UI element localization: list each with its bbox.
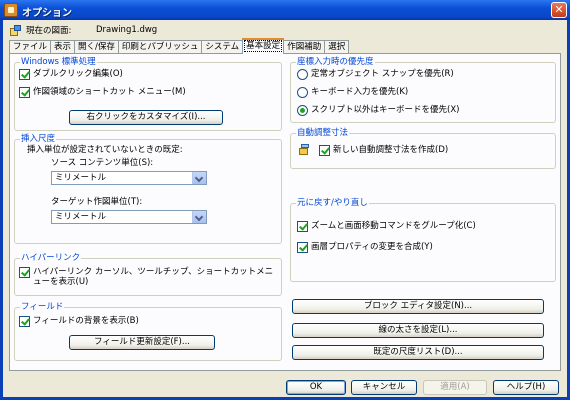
window-title: オプション [22,8,72,19]
combine-layer-property-checkbox[interactable]: 画層プロパティの変更を合成(Y) [297,242,433,253]
tab-display[interactable]: 表示 [50,40,76,54]
radio-dot [297,87,308,98]
checkbox-box [19,316,30,327]
tab-selection[interactable]: 選択 [324,40,350,54]
tab-strip: ファイル 表示 開く/保存 印刷とパブリッシュ システム 基本設定 作図補助 選… [9,38,350,54]
target-units-select[interactable]: ミリメートル [51,210,207,224]
apply-button[interactable]: 適用(A) [423,380,487,395]
checkbox-label: フィールドの背景を表示(B) [33,316,139,326]
radio-label: スクリプト以外はキーボードを優先(X) [311,105,460,115]
radio-label: 定常オブジェクト スナップを優先(R) [311,69,454,79]
checkbox-label: 画層プロパティの変更を合成(Y) [311,242,433,252]
block-editor-settings-button[interactable]: ブロック エディタ設定(N)... [292,299,544,314]
group-title: ハイパーリンク [20,253,82,263]
drawing-icon [10,24,22,36]
close-button[interactable]: ✕ [551,2,567,18]
new-associative-dimension-checkbox[interactable]: 新しい自動調整寸法を作成(D) [319,145,448,156]
group-insert-scale: 挿入尺度 挿入単位が設定されていないときの既定: ソース コンテンツ単位(S):… [14,134,282,244]
app-icon [4,3,18,17]
group-hyperlink: ハイパーリンク ハイパーリンク カーソル、ツールチップ、ショートカットメニューを… [14,253,282,296]
group-title: 座標入力時の優先度 [296,57,375,67]
dblclick-edit-checkbox[interactable]: ダブルクリック編集(O) [19,69,123,80]
current-drawing-label: 現在の図面: [26,26,72,36]
group-title: 元に戻す/やり直し [296,198,369,208]
dimension-icon [299,144,311,156]
shortcut-menu-checkbox[interactable]: 作図領域のショートカット メニュー(M) [19,87,186,98]
checkbox-box [297,242,308,253]
hyperlink-display-checkbox[interactable]: ハイパーリンク カーソル、ツールチップ、ショートカットメニューを表示(U) [19,267,275,287]
group-title: 自動調整寸法 [296,128,350,138]
group-zoom-pan-checkbox[interactable]: ズームと画面移動コマンドをグループ化(C) [297,221,476,232]
tab-plot-publish[interactable]: 印刷とパブリッシュ [117,40,203,54]
group-undo-redo: 元に戻す/やり直し ズームと画面移動コマンドをグループ化(C) 画層プロパティの… [290,198,556,282]
field-update-settings-button[interactable]: フィールド更新設定(F)... [69,335,215,350]
checkbox-label: ズームと画面移動コマンドをグループ化(C) [311,221,476,231]
insert-scale-description: 挿入単位が設定されていないときの既定: [27,145,183,155]
title-bar: オプション ✕ [0,0,570,20]
tab-drafting[interactable]: 作図補助 [283,40,326,54]
tab-open-save[interactable]: 開く/保存 [74,40,119,54]
radio-keyboard-entry[interactable]: キーボード入力を優先(K) [297,87,408,98]
radio-running-osnap[interactable]: 定常オブジェクト スナップを優先(R) [297,69,454,80]
radio-keyboard-except-scripts[interactable]: スクリプト以外はキーボードを優先(X) [297,105,459,116]
select-value: ミリメートル [55,212,107,222]
checkbox-box [19,69,30,80]
checkbox-box [319,145,330,156]
source-units-select[interactable]: ミリメートル [51,171,207,185]
dialog-client: 現在の図面: Drawing1.dwg ファイル 表示 開く/保存 印刷とパブリ… [3,20,567,397]
tab-panel: Windows 標準処理 ダブルクリック編集(O) 作図領域のショートカット メ… [9,53,561,371]
customize-right-click-button[interactable]: 右クリックをカスタマイズ(I)... [69,110,223,125]
cancel-button[interactable]: キャンセル [351,380,417,395]
select-value: ミリメートル [55,173,107,183]
field-background-checkbox[interactable]: フィールドの背景を表示(B) [19,316,139,327]
tab-user-preferences[interactable]: 基本設定 [242,38,285,54]
current-drawing-value: Drawing1.dwg [96,25,158,35]
group-associative-dimension: 自動調整寸法 新しい自動調整寸法を作成(D) [290,128,556,169]
help-button[interactable]: ヘルプ(H) [493,380,559,395]
checkbox-label: ダブルクリック編集(O) [33,69,123,79]
checkbox-label: ハイパーリンク カーソル、ツールチップ、ショートカットメニューを表示(U) [33,267,274,287]
current-drawing: 現在の図面: Drawing1.dwg [10,24,157,36]
checkbox-label: 作図領域のショートカット メニュー(M) [33,87,186,97]
group-coordinate-priority: 座標入力時の優先度 定常オブジェクト スナップを優先(R) キーボード入力を優先… [290,57,556,123]
checkbox-box [297,221,308,232]
checkbox-box [19,87,30,98]
chevron-down-icon [192,211,206,223]
radio-dot [297,105,308,116]
group-title: フィールド [20,302,65,312]
target-units-label: ターゲット作図単位(T): [51,197,143,207]
group-title: Windows 標準処理 [20,57,97,67]
lineweight-settings-button[interactable]: 線の太さを設定(L)... [292,323,544,338]
source-units-label: ソース コンテンツ単位(S): [51,158,154,168]
tab-files[interactable]: ファイル [9,40,52,54]
tab-system[interactable]: システム [201,40,244,54]
group-field: フィールド フィールドの背景を表示(B) フィールド更新設定(F)... [14,302,282,361]
options-dialog: オプション ✕ 現在の図面: Drawing1.dwg ファイル 表示 開く/保… [0,0,570,400]
radio-dot [297,69,308,80]
default-scale-list-button[interactable]: 既定の尺度リスト(D)... [292,345,544,360]
chevron-down-icon [192,172,206,184]
checkbox-box [19,267,30,278]
group-windows-standard: Windows 標準処理 ダブルクリック編集(O) 作図領域のショートカット メ… [14,57,282,131]
checkbox-label: 新しい自動調整寸法を作成(D) [333,145,449,155]
ok-button[interactable]: OK [286,380,346,395]
group-title: 挿入尺度 [20,134,57,144]
radio-label: キーボード入力を優先(K) [311,87,409,97]
